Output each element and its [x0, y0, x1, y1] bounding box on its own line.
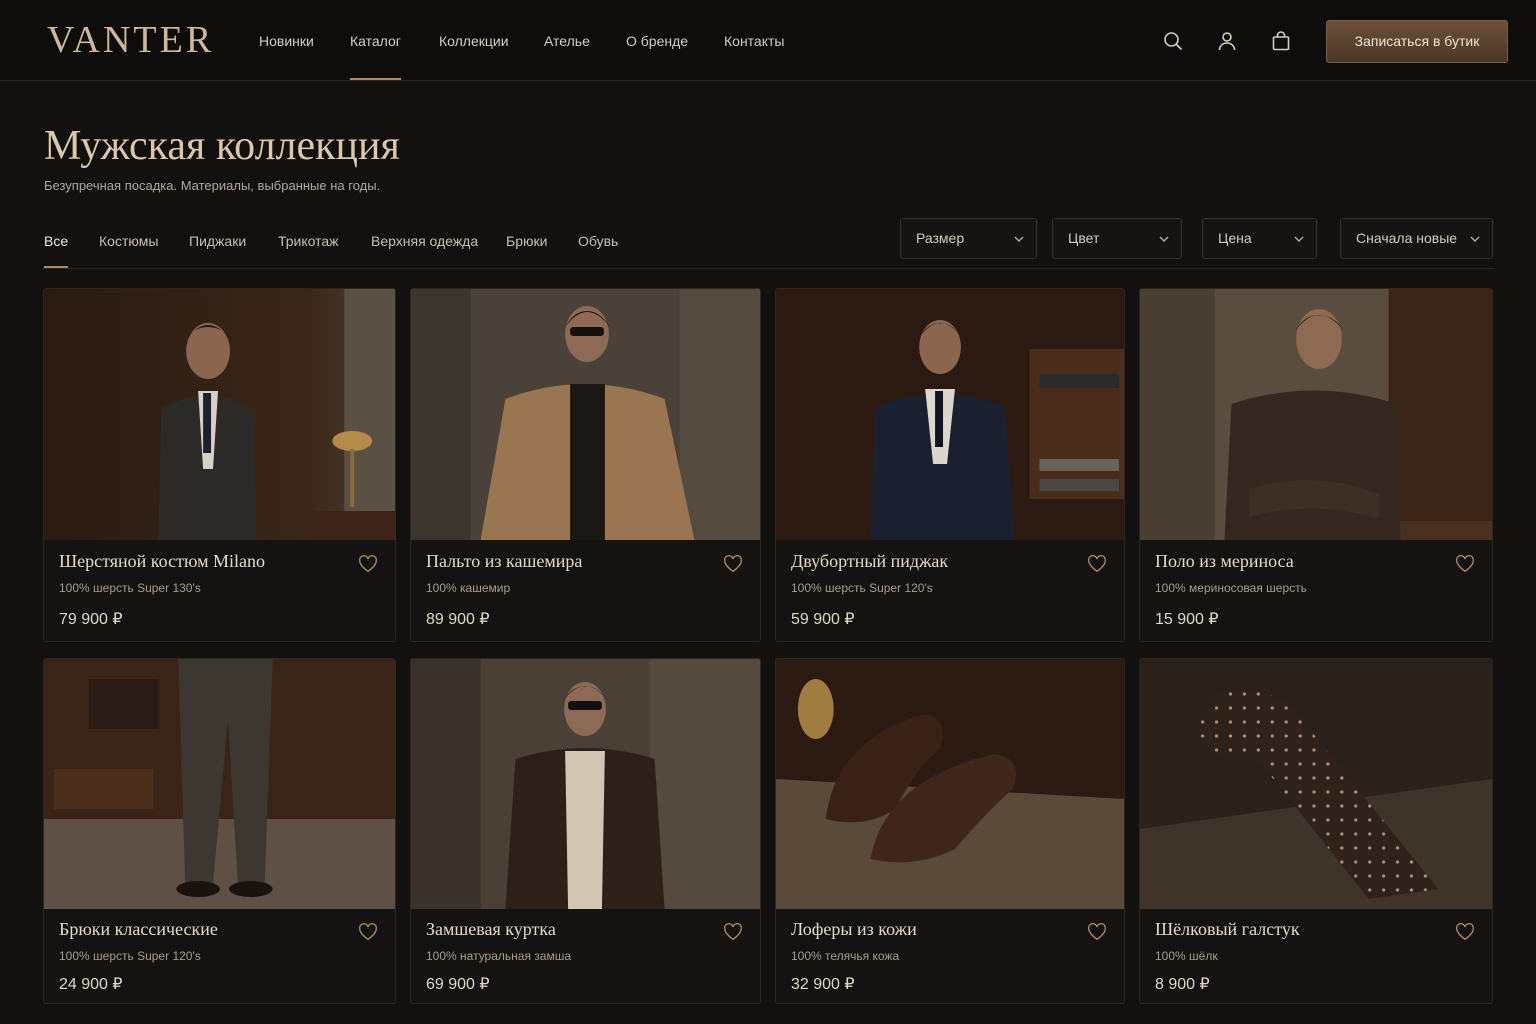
product-photo-loafers[interactable] [776, 659, 1124, 909]
product-card[interactable]: Брюки классические 100% шерсть Super 120… [43, 658, 396, 1004]
nav-item-collections[interactable]: Коллекции [439, 0, 509, 81]
heart-icon[interactable] [722, 921, 744, 943]
product-price: 24 900 ₽ [59, 976, 123, 993]
product-material: 100% шерсть Super 130's [59, 581, 201, 595]
tab-all[interactable]: Все [44, 232, 69, 268]
filter-size-label: Размер [916, 230, 965, 246]
product-price: 15 900 ₽ [1155, 611, 1219, 628]
heart-icon[interactable] [1086, 553, 1108, 575]
product-material: 100% телячья кожа [791, 949, 900, 963]
filter-color[interactable]: Цвет [1052, 218, 1182, 259]
tab-trousers[interactable]: Брюки [506, 232, 547, 250]
product-name[interactable]: Поло из мериноса [1155, 551, 1294, 572]
product-material: 100% мериносовая шерсть [1155, 581, 1307, 595]
product-photo-polo[interactable] [1140, 289, 1492, 540]
product-card[interactable]: Лоферы из кожи 100% телячья кожа 32 900 … [775, 658, 1125, 1004]
tab-shoes[interactable]: Обувь [578, 232, 618, 250]
heart-icon[interactable] [722, 553, 744, 575]
product-name[interactable]: Двубортный пиджак [791, 551, 948, 572]
product-photo-tie[interactable] [1140, 659, 1492, 909]
product-price: 59 900 ₽ [791, 611, 855, 628]
product-material: 100% шерсть Super 120's [59, 949, 201, 963]
sort-select[interactable]: Сначала новые [1340, 218, 1493, 259]
heart-icon[interactable] [1454, 553, 1476, 575]
search-icon[interactable] [1161, 29, 1185, 53]
filter-color-label: Цвет [1068, 230, 1100, 246]
product-material: 100% натуральная замша [426, 949, 572, 963]
product-name[interactable]: Шерстяной костюм Milano [59, 551, 265, 572]
product-price: 69 900 ₽ [426, 976, 490, 993]
sort-select-label: Сначала новые [1356, 230, 1458, 246]
product-card[interactable]: Пальто из кашемира 100% кашемир 89 900 ₽ [410, 288, 761, 642]
nav-item-atelier[interactable]: Ателье [544, 0, 590, 81]
product-photo-suede-jacket[interactable] [411, 659, 760, 909]
nav-item-contacts[interactable]: Контакты [724, 0, 784, 81]
book-boutique-button[interactable]: Записаться в бутик [1326, 20, 1508, 63]
filter-price-label: Цена [1218, 230, 1252, 246]
filter-size[interactable]: Размер [900, 218, 1037, 259]
page-title: Мужская коллекция [44, 123, 400, 169]
product-card[interactable]: Шерстяной костюм Milano 100% шерсть Supe… [43, 288, 396, 642]
product-name[interactable]: Замшевая куртка [426, 919, 556, 940]
tab-outerwear[interactable]: Верхняя одежда [371, 232, 478, 250]
product-name[interactable]: Брюки классические [59, 919, 218, 940]
chevron-down-icon [1468, 232, 1482, 246]
product-card[interactable]: Поло из мериноса 100% мериносовая шерсть… [1139, 288, 1493, 642]
heart-icon[interactable] [357, 553, 379, 575]
tab-jackets[interactable]: Пиджаки [189, 232, 246, 250]
product-name[interactable]: Шёлковый галстук [1155, 919, 1300, 940]
product-photo-trousers[interactable] [44, 659, 395, 909]
page-subtitle: Безупречная посадка. Материалы, выбранны… [44, 178, 381, 193]
brand-logo[interactable]: VANTER [47, 18, 214, 62]
product-card[interactable]: Шёлковый галстук 100% шёлк 8 900 ₽ [1139, 658, 1493, 1004]
product-material: 100% шёлк [1155, 949, 1218, 963]
product-price: 32 900 ₽ [791, 976, 855, 993]
chevron-down-icon [1157, 232, 1171, 246]
chevron-down-icon [1292, 232, 1306, 246]
product-price: 89 900 ₽ [426, 611, 490, 628]
tab-knitwear[interactable]: Трикотаж [278, 232, 339, 250]
tabs-divider [43, 268, 1493, 269]
nav-item-about[interactable]: О бренде [626, 0, 688, 81]
user-icon[interactable] [1215, 29, 1239, 53]
nav-item-new[interactable]: Новинки [259, 0, 314, 81]
tab-suits[interactable]: Костюмы [99, 232, 158, 250]
filter-price[interactable]: Цена [1202, 218, 1317, 259]
product-price: 8 900 ₽ [1155, 976, 1210, 993]
product-price: 79 900 ₽ [59, 611, 123, 628]
product-name[interactable]: Пальто из кашемира [426, 551, 582, 572]
product-photo-suit[interactable] [44, 289, 395, 540]
product-photo-coat[interactable] [411, 289, 760, 540]
nav-item-catalog[interactable]: Каталог [350, 0, 401, 81]
heart-icon[interactable] [357, 921, 379, 943]
heart-icon[interactable] [1086, 921, 1108, 943]
heart-icon[interactable] [1454, 921, 1476, 943]
bag-icon[interactable] [1269, 29, 1293, 53]
product-card[interactable]: Двубортный пиджак 100% шерсть Super 120'… [775, 288, 1125, 642]
product-name[interactable]: Лоферы из кожи [791, 919, 917, 940]
chevron-down-icon [1012, 232, 1026, 246]
product-card[interactable]: Замшевая куртка 100% натуральная замша 6… [410, 658, 761, 1004]
product-photo-blazer[interactable] [776, 289, 1124, 540]
site-header: VANTER Новинки Каталог Коллекции Ателье … [0, 0, 1536, 81]
product-material: 100% кашемир [426, 581, 511, 595]
product-material: 100% шерсть Super 120's [791, 581, 933, 595]
